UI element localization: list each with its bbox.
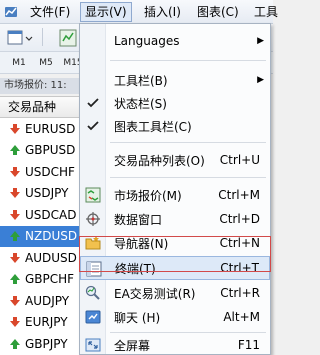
menu-item-shortcut: Ctrl+U: [219, 153, 260, 167]
folder-star-icon: [84, 234, 102, 252]
app-icon[interactable]: [2, 3, 20, 21]
symbol-column-header[interactable]: 交易品种: [0, 96, 80, 118]
menu-separator: [110, 60, 266, 61]
symbol-name: GBPCHF: [25, 272, 75, 287]
menu-item-label: 终端(T): [115, 261, 156, 276]
new-chart-button[interactable]: [6, 28, 36, 48]
menu-item-shortcut: Ctrl+D: [219, 212, 260, 226]
arrow-up-icon: [9, 144, 21, 156]
arrow-down-icon: [9, 209, 21, 221]
symbol-row[interactable]: USDCHF: [0, 161, 80, 183]
menu-item-label: 交易品种列表(O): [114, 153, 205, 168]
menu-item-strategy-tester[interactable]: EA交易测试(R) Ctrl+R: [80, 281, 270, 305]
menu-file[interactable]: 文件(F): [26, 2, 74, 22]
symbol-name: AUDUSD: [25, 250, 77, 265]
menu-item-market-watch[interactable]: 市场报价(M) Ctrl+M: [80, 183, 270, 207]
symbol-list: EURUSD GBPUSD USDCHF USDJPY USDCAD NZDUSD AUDU…: [0, 118, 80, 355]
symbol-name: AUDJPY: [25, 293, 70, 308]
arrow-down-icon: [9, 316, 21, 328]
symbol-row[interactable]: NZDUSD: [0, 225, 80, 247]
terminal-icon: [85, 260, 103, 278]
arrow-down-icon: [9, 187, 21, 199]
menu-item-shortcut: Ctrl+M: [218, 188, 260, 202]
menu-item-status-bar[interactable]: 状态栏(S): [80, 91, 270, 115]
menu-item-label: 状态栏(S): [114, 96, 167, 111]
timeframe-m5[interactable]: M5: [35, 55, 57, 71]
menu-item-shortcut: F11: [237, 338, 260, 352]
menu-item-data-window[interactable]: 数据窗口 Ctrl+D: [80, 207, 270, 231]
menu-item-shortcut: Alt+M: [223, 310, 260, 324]
menu-item-shortcut: Ctrl+T: [220, 261, 259, 275]
crosshair-icon: [84, 210, 102, 228]
menu-item-navigator[interactable]: 导航器(N) Ctrl+N: [80, 231, 270, 255]
menu-item-label: 导航器(N): [114, 236, 169, 251]
check-icon: [84, 94, 102, 112]
check-icon: [84, 117, 102, 135]
menu-item-chat[interactable]: 聊天 (H) Alt+M: [80, 305, 270, 329]
menu-tools[interactable]: 工具: [250, 2, 282, 22]
symbol-name: NZDUSD: [25, 229, 78, 244]
menu-separator: [110, 177, 266, 178]
menu-view[interactable]: 显示(V): [80, 2, 132, 22]
arrow-up-icon: [9, 338, 21, 350]
menu-item-label: 市场报价(M): [114, 188, 182, 203]
chat-icon: [84, 308, 102, 326]
symbol-row[interactable]: AUDJPY: [0, 290, 80, 312]
symbol-row[interactable]: GBPJPY: [0, 333, 80, 355]
toolbar-separator: [42, 28, 43, 46]
arrow-down-icon: [9, 252, 21, 264]
submenu-arrow-icon: ▶: [257, 75, 264, 85]
menu-item-label: 聊天 (H): [114, 310, 161, 325]
menu-item-languages[interactable]: Languages ▶: [80, 29, 270, 53]
arrow-down-icon: [9, 123, 21, 135]
submenu-arrow-icon: ▶: [257, 36, 264, 46]
menu-item-label: 图表工具栏(C): [114, 119, 192, 134]
arrow-up-icon: [9, 273, 21, 285]
symbol-name: GBPUSD: [25, 143, 76, 158]
menu-item-chart-toolbar[interactable]: 图表工具栏(C): [80, 114, 270, 138]
symbol-row[interactable]: EURUSD: [0, 118, 80, 140]
menu-item-label: 工具栏(B): [114, 73, 168, 88]
menu-item-terminal[interactable]: 终端(T) Ctrl+T: [80, 256, 270, 280]
menu-item-label: 数据窗口: [114, 212, 163, 227]
view-menu-dropdown: Languages ▶ 工具栏(B) ▶ 状态栏(S) 图表工具栏(C) 交易品…: [79, 23, 271, 355]
arrow-up-icon: [9, 230, 21, 242]
symbol-row[interactable]: EURJPY: [0, 312, 80, 334]
menu-separator: [110, 142, 266, 143]
symbol-name: USDCAD: [25, 207, 77, 222]
menu-item-toolbars[interactable]: 工具栏(B) ▶: [80, 68, 270, 92]
menu-bar: 文件(F) 显示(V) 插入(I) 图表(C) 工具: [0, 0, 278, 24]
symbol-name: GBPJPY: [25, 336, 68, 351]
symbol-row[interactable]: GBPCHF: [0, 269, 80, 291]
symbol-row[interactable]: AUDUSD: [0, 247, 80, 269]
menu-item-shortcut: Ctrl+R: [220, 286, 260, 300]
timeframe-m1[interactable]: M1: [8, 55, 30, 71]
profiles-button[interactable]: [58, 28, 78, 48]
menu-item-symbols[interactable]: 交易品种列表(O) Ctrl+U: [80, 148, 270, 172]
menu-item-label: 全屏幕: [114, 338, 151, 353]
magnifier-chart-icon: [84, 284, 102, 302]
menu-item-label: Languages: [114, 34, 180, 48]
symbol-row[interactable]: GBPUSD: [0, 140, 80, 162]
fullscreen-icon: [84, 336, 102, 354]
market-watch-title: 市场报价: 11:: [0, 78, 80, 94]
menu-item-label: EA交易测试(R): [114, 286, 196, 301]
menu-item-fullscreen[interactable]: 全屏幕 F11: [80, 333, 270, 355]
arrow-down-icon: [9, 166, 21, 178]
menu-insert[interactable]: 插入(I): [140, 2, 185, 22]
symbol-name: EURJPY: [25, 315, 68, 330]
menu-item-shortcut: Ctrl+N: [219, 236, 260, 250]
arrow-down-icon: [9, 295, 21, 307]
symbol-name: EURUSD: [25, 121, 76, 136]
menu-charts[interactable]: 图表(C): [193, 2, 243, 22]
symbol-name: USDJPY: [25, 186, 69, 201]
symbol-row[interactable]: USDJPY: [0, 183, 80, 205]
symbol-row[interactable]: USDCAD: [0, 204, 80, 226]
symbol-name: USDCHF: [25, 164, 75, 179]
market-watch-icon: [84, 186, 102, 204]
